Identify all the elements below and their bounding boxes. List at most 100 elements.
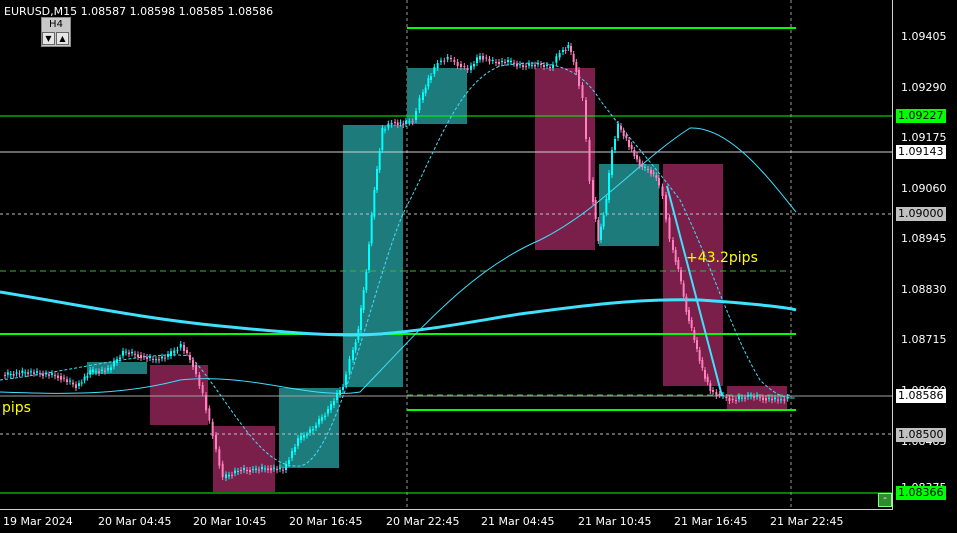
candle-body (297, 438, 299, 446)
candle-body (630, 145, 633, 149)
candle-body (231, 474, 233, 476)
candle-body (225, 474, 227, 478)
candle-body (158, 359, 160, 361)
candle-body (152, 359, 154, 360)
candle-body (33, 372, 35, 374)
candle-body (513, 62, 515, 64)
candle-body (368, 244, 370, 270)
candle-body (98, 371, 100, 373)
candle-body (620, 126, 622, 130)
candle-body (215, 435, 217, 450)
candle-body (567, 45, 570, 48)
candle-body (460, 64, 462, 67)
candle-body (258, 469, 260, 471)
price-label: 1.08945 (901, 232, 947, 245)
price-label: 1.08830 (901, 283, 947, 296)
candle-body (195, 365, 197, 374)
candle-body (205, 395, 207, 411)
candle-body (411, 121, 414, 123)
candle-body (641, 163, 644, 167)
candle-body (725, 397, 728, 398)
candle-body (69, 380, 71, 382)
candle-body (267, 468, 269, 470)
candle-body (674, 250, 677, 262)
candle-body (330, 404, 332, 410)
candle-body (762, 397, 764, 400)
candle-body (249, 470, 251, 472)
candle-body (537, 63, 539, 65)
candle-body (51, 373, 53, 375)
candle-body (712, 390, 714, 392)
candle-body (78, 383, 80, 386)
candle-body (617, 124, 619, 138)
candle-body (436, 63, 439, 68)
candle-body (628, 140, 630, 147)
candle-body (685, 296, 688, 312)
candle-body (698, 350, 701, 361)
candle-body (688, 310, 690, 321)
candle-body (255, 468, 257, 470)
candle-body (575, 62, 578, 72)
candle-body (183, 345, 185, 351)
candle-body (677, 260, 680, 269)
time-label: 20 Mar 10:45 (193, 515, 267, 528)
candle-body (394, 122, 396, 123)
timeframe-switcher[interactable]: H4 ▼ ▲ (41, 17, 71, 47)
candle-body (63, 377, 65, 379)
candle-body (211, 421, 214, 436)
candle-body (300, 435, 302, 440)
candle-body (647, 169, 649, 170)
candle-body (625, 135, 628, 138)
candle-body (744, 397, 746, 399)
candle-body (504, 62, 506, 63)
candle-body (507, 60, 509, 62)
current-price-tag: 1.08586 (896, 389, 946, 403)
candle-body (357, 329, 360, 340)
minus-button[interactable]: - (878, 493, 892, 507)
candle-body (95, 371, 97, 373)
candle-body (693, 330, 696, 340)
candle-body (155, 359, 157, 361)
timeframe-up-button[interactable]: ▲ (56, 32, 69, 45)
candle-body (443, 60, 446, 62)
candle-body (387, 123, 390, 128)
price-label: 1.09290 (901, 81, 947, 94)
candle-body (661, 186, 664, 196)
candle-body (543, 65, 545, 67)
bull-box (343, 125, 403, 387)
candle-body (354, 342, 357, 350)
candlestick-chart[interactable] (0, 0, 893, 510)
time-label: 20 Mar 22:45 (386, 515, 460, 528)
candle-body (562, 50, 564, 52)
candle-body (588, 140, 591, 181)
candle-body (453, 60, 456, 62)
candle-body (125, 351, 127, 353)
timeframe-down-button[interactable]: ▼ (42, 32, 55, 45)
candle-body (360, 308, 362, 330)
candle-body (456, 62, 459, 66)
candle-body (57, 375, 59, 378)
candle-body (581, 85, 584, 98)
timeframe-label: H4 (49, 19, 63, 30)
candle-body (704, 370, 706, 379)
candle-body (608, 173, 610, 200)
candle-body (306, 434, 308, 436)
candle-body (128, 352, 130, 355)
candle-body (405, 120, 407, 124)
candle-body (285, 464, 287, 470)
time-label: 21 Mar 22:45 (770, 515, 844, 528)
candle-body (384, 129, 386, 131)
candle-body (198, 375, 201, 386)
candle-body (288, 460, 290, 464)
candle-body (252, 469, 254, 470)
candle-body (318, 418, 320, 425)
price-label: 1.09060 (901, 182, 947, 195)
candle-body (491, 60, 494, 61)
candle-body (759, 397, 761, 399)
candle-body (149, 357, 151, 358)
candle-body (780, 399, 782, 401)
candle-body (164, 357, 166, 359)
chart-area[interactable]: EURUSD,M15 1.08587 1.08598 1.08585 1.085… (0, 0, 893, 510)
candle-body (122, 351, 124, 356)
candle-body (140, 355, 142, 358)
